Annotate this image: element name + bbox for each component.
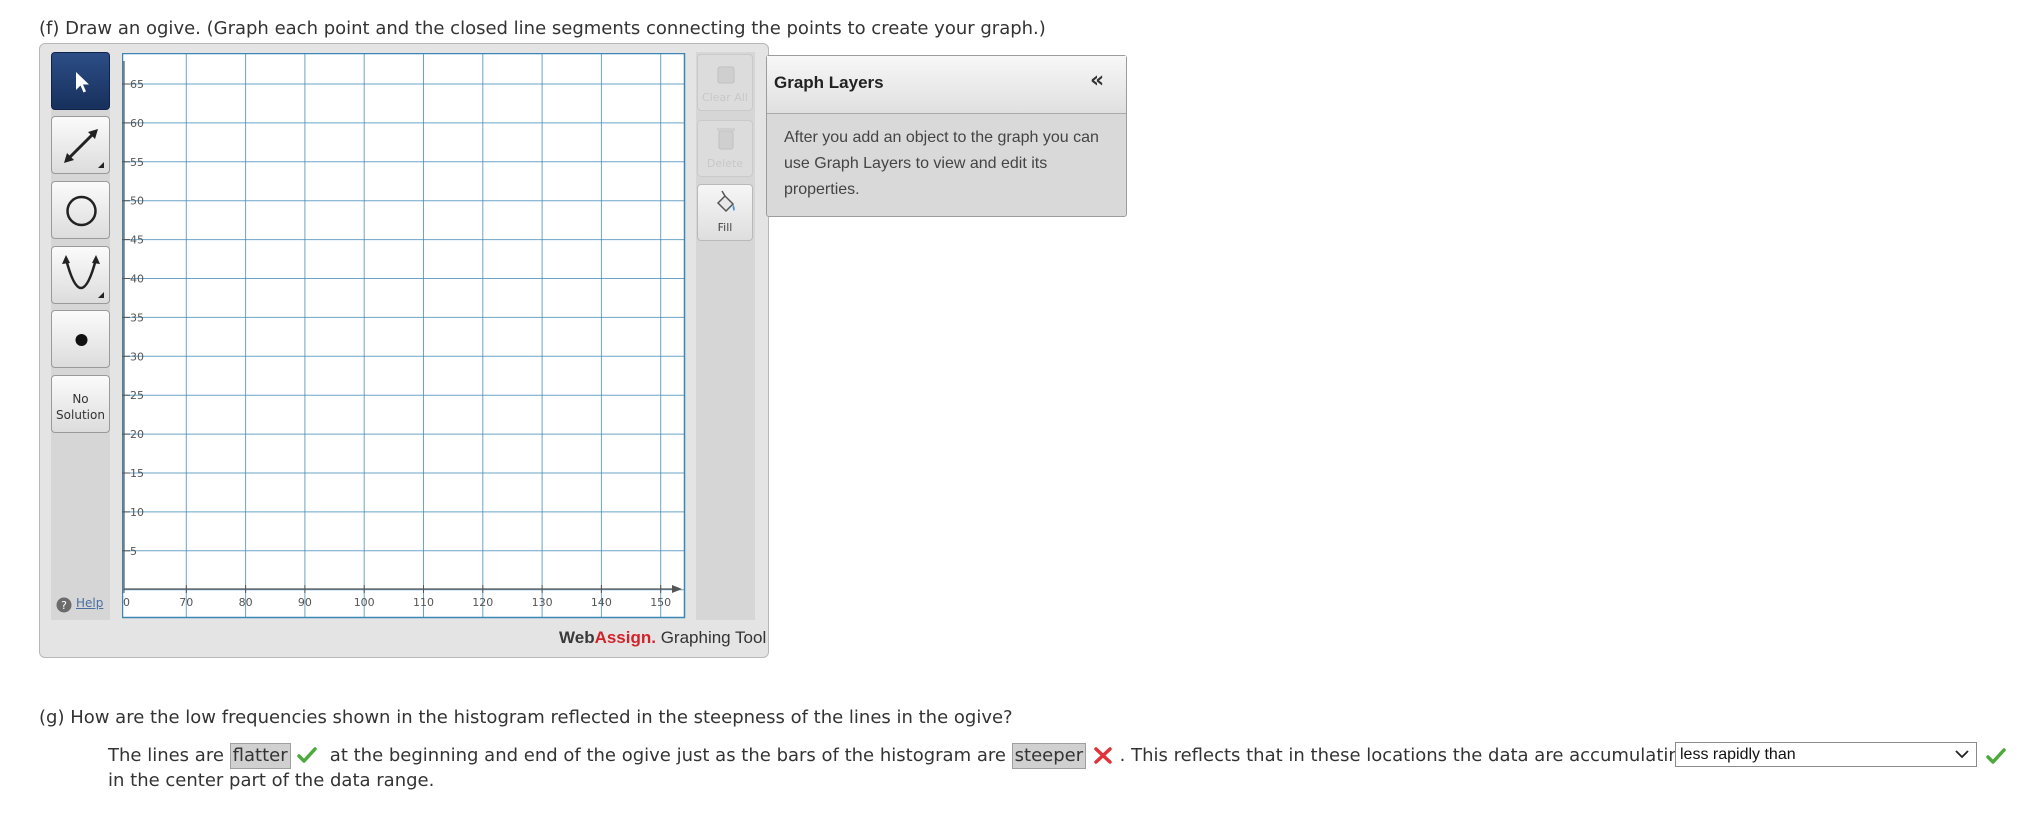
webassign-logo: WebAssign. Graphing Tool — [559, 628, 766, 648]
arrow-pointer-icon — [76, 72, 89, 93]
x-tick-label: 110 — [413, 596, 434, 609]
part-g-prompt: (g) How are the low frequencies shown in… — [39, 707, 1013, 728]
logo-web: Web — [559, 628, 595, 647]
y-tick-label: 55 — [130, 156, 144, 169]
point-icon — [75, 334, 88, 346]
help-icon[interactable]: ? — [56, 597, 72, 613]
parabola-icon — [62, 255, 104, 298]
y-tick-label: 65 — [130, 78, 144, 91]
graph-layers-title: Graph Layers — [774, 73, 884, 92]
plot-area — [122, 53, 686, 619]
answer-blank-flatter[interactable]: flatter — [229, 743, 291, 769]
y-tick-label: 30 — [130, 350, 144, 363]
check-icon — [1986, 748, 2006, 764]
clear-all-label: Clear All — [702, 91, 748, 104]
parabola-tool-button[interactable] — [51, 246, 110, 304]
select-tool-button[interactable] — [51, 52, 110, 110]
delete-button[interactable]: Delete — [697, 120, 753, 177]
no-solution-button[interactable]: No Solution — [51, 375, 110, 433]
part-f-prompt: (f) Draw an ogive. (Graph each point and… — [39, 18, 1046, 39]
circle-icon — [66, 195, 97, 227]
point-tool-button[interactable] — [51, 310, 110, 368]
answer-text-4: in the center part of the data range. — [108, 770, 435, 791]
y-tick-label: 15 — [130, 467, 144, 480]
trash-icon — [717, 128, 735, 150]
clear-all-button[interactable]: Clear All — [697, 54, 753, 111]
answer-text-3: . This reflects that in these locations … — [1119, 745, 1692, 766]
check-icon — [297, 747, 318, 763]
fill-button[interactable]: Fill — [697, 184, 753, 241]
logo-graphing-tool: Graphing Tool — [655, 628, 767, 647]
y-tick-label: 35 — [130, 311, 144, 324]
answer-text-1: The lines are — [108, 745, 224, 766]
no-solution-label-line2: Solution — [56, 408, 105, 422]
y-tick-label: 5 — [130, 545, 137, 558]
line-segment-icon — [64, 129, 104, 168]
x-tick-label: 150 — [650, 596, 671, 609]
collapse-icon[interactable]: « — [1090, 70, 1104, 92]
accumulation-select[interactable]: less rapidly than — [1675, 742, 1977, 767]
y-tick-label: 45 — [130, 234, 144, 247]
chevron-down-icon[interactable] — [1954, 748, 1970, 760]
y-tick-label: 40 — [130, 273, 144, 286]
answer-text-2: at the beginning and end of the ogive ju… — [329, 745, 1006, 766]
x-tick-label: 100 — [354, 596, 375, 609]
paint-bucket-icon — [716, 190, 735, 213]
x-tick-label: 140 — [591, 596, 612, 609]
clear-all-icon — [717, 66, 735, 84]
no-solution-label-line1: No — [72, 392, 89, 406]
delete-label: Delete — [706, 157, 744, 170]
cross-icon — [1094, 747, 1112, 764]
x-tick-label: 120 — [472, 596, 493, 609]
answer-line-1: The lines are flatter at the beginning a… — [108, 743, 1691, 769]
x-tick-label: 90 — [298, 596, 312, 609]
logo-assign: Assign. — [594, 628, 656, 647]
fill-label: Fill — [717, 221, 733, 234]
answer-blank-steeper[interactable]: steeper — [1011, 743, 1087, 769]
x-tick-label: 70 — [179, 596, 193, 609]
x-tick-label: 130 — [532, 596, 553, 609]
svg-text:?: ? — [61, 599, 67, 612]
help-link[interactable]: Help — [76, 596, 103, 610]
graph-layers-description: After you add an object to the graph you… — [784, 129, 1099, 198]
line-segment-tool-button[interactable] — [51, 116, 110, 174]
x-tick-label: 80 — [239, 596, 253, 609]
graph-canvas[interactable]: 65605550454035302520151050 70 80 90 100 110 12… — [122, 53, 686, 619]
y-tick-label: 50 — [130, 195, 144, 208]
y-tick-label: 20 — [130, 428, 144, 441]
y-tick-label: 60 — [130, 117, 144, 130]
circle-tool-button[interactable] — [51, 181, 110, 239]
y-tick-label: 10 — [130, 506, 144, 519]
x-tick-label: 0 — [123, 596, 130, 609]
y-tick-label: 25 — [130, 389, 144, 402]
